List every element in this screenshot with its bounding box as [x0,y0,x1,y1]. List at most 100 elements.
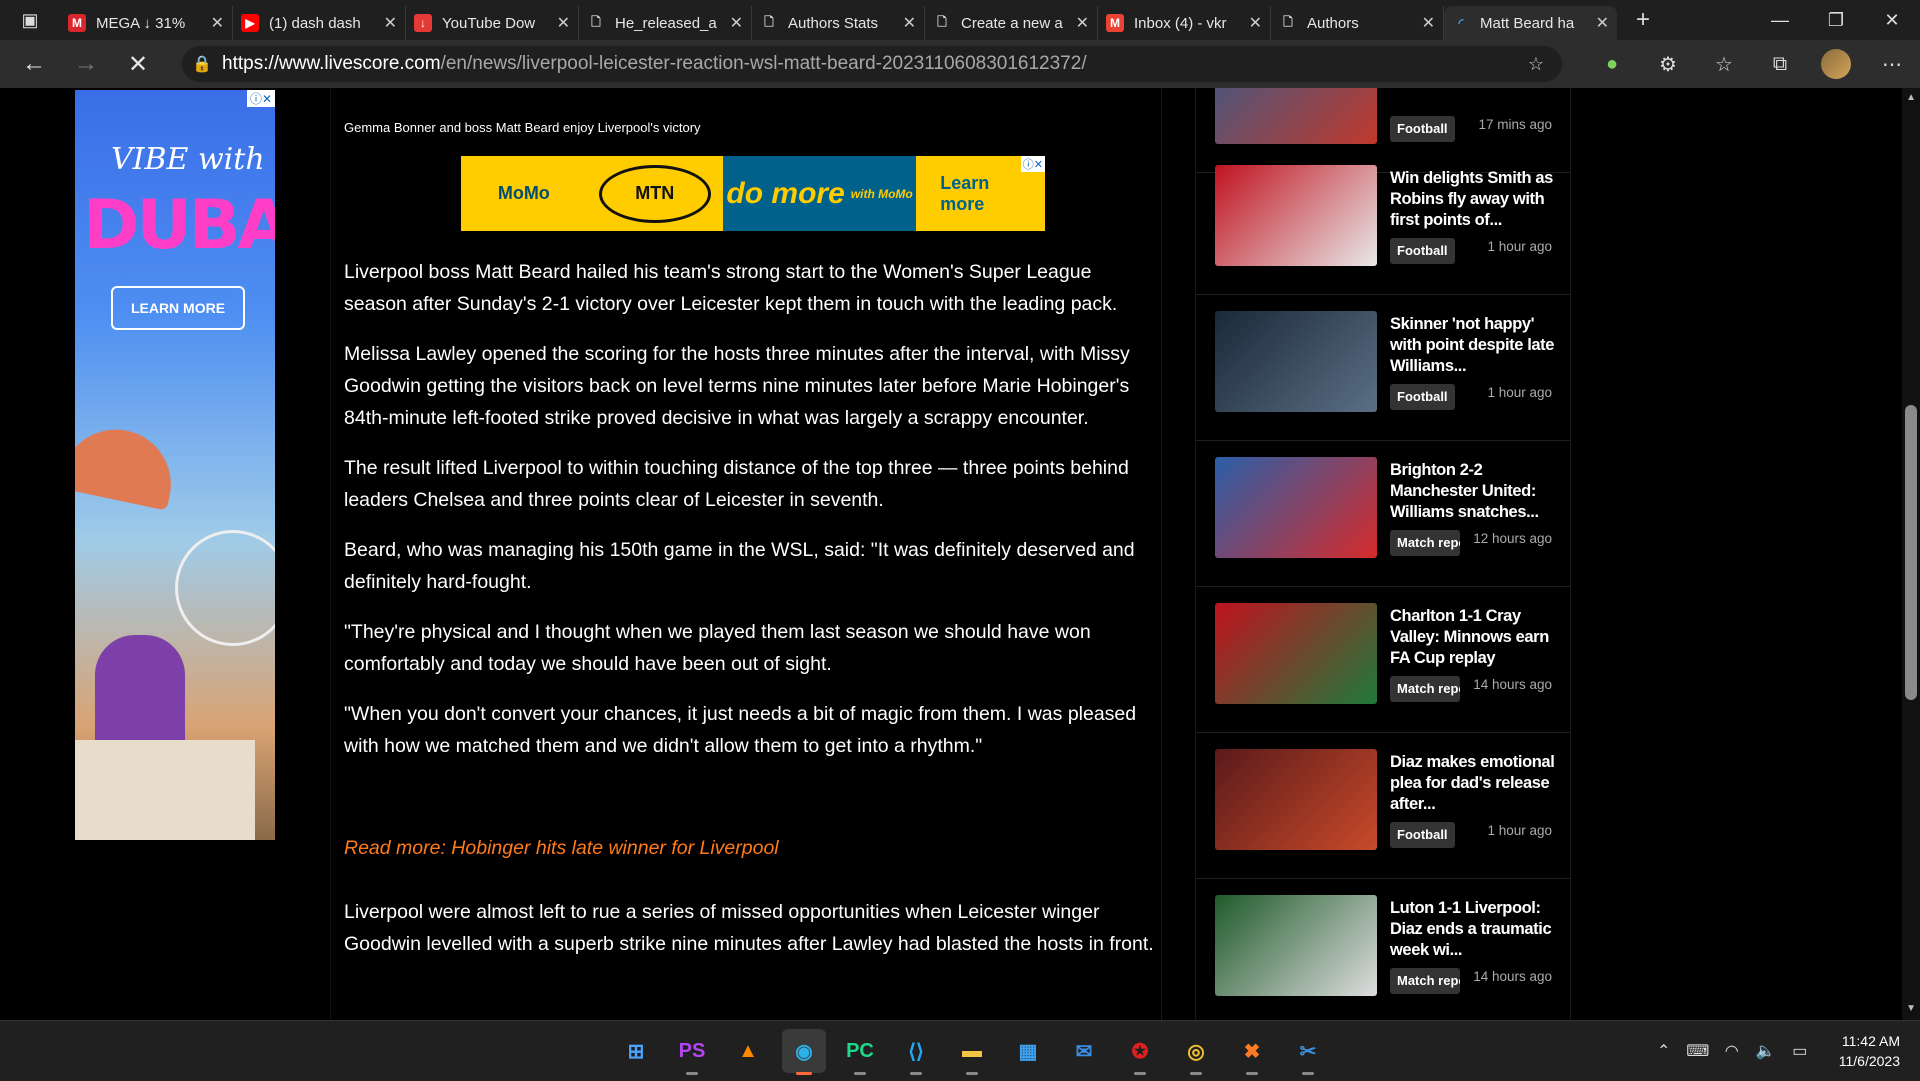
news-title[interactable]: Skinner 'not happy' with point despite l… [1390,314,1555,377]
banner-learn-more-button[interactable]: Learn more [930,166,1046,221]
ferris-wheel-image [175,530,275,646]
browser-tab[interactable]: 🗋 Create a new a ✕ [925,6,1098,40]
news-thumbnail[interactable] [1215,165,1377,266]
category-tag[interactable]: Football [1390,384,1455,410]
close-tab-icon[interactable]: ✕ [384,13,397,33]
close-tab-icon[interactable]: ✕ [557,13,570,33]
back-button[interactable]: ← [8,40,60,88]
news-card[interactable]: Diaz makes emotional plea for dad's rele… [1196,732,1570,879]
news-thumbnail[interactable] [1215,749,1377,850]
running-indicator [966,1072,978,1075]
news-title[interactable]: Brighton 2-2 Manchester United: Williams… [1390,460,1555,523]
windows-start-icon[interactable]: ⊞ [614,1029,658,1073]
pycharm-icon[interactable]: PC [838,1029,882,1075]
keyboard-icon[interactable]: ⌨ [1683,1041,1713,1061]
new-tab-button[interactable]: + [1623,6,1663,34]
news-card[interactable]: Brighton 2-2 Manchester United: Williams… [1196,440,1570,587]
wifi-icon[interactable]: ◠ [1717,1041,1747,1061]
close-tab-icon[interactable]: ✕ [1596,13,1609,33]
edge-icon[interactable]: ◉ [782,1029,826,1075]
news-card[interactable]: Skinner 'not happy' with point despite l… [1196,294,1570,441]
momo-banner-ad[interactable]: MoMo MTN do more with MoMo Learn more ⓘ✕ [461,156,1046,231]
news-title[interactable]: Luton 1-1 Liverpool: Diaz ends a traumat… [1390,898,1555,961]
extension-globe-icon[interactable]: ● [1584,40,1640,88]
news-card[interactable]: Charlton 1-1 Cray Valley: Minnows earn F… [1196,586,1570,733]
snipping-tool-icon[interactable]: ✂ [1286,1029,1330,1075]
news-card[interactable]: Win delights Smith as Robins fly away wi… [1196,148,1570,295]
microsoft-store-glyph: ▦ [1018,1040,1038,1063]
clock[interactable]: 11:42 AM 11/6/2023 [1839,1031,1900,1071]
phpstorm-icon[interactable]: PS [670,1029,714,1075]
scroll-down-arrow-icon[interactable]: ▼ [1906,1003,1916,1014]
more-menu-icon[interactable]: ⋯ [1864,40,1920,88]
category-tag[interactable]: Football [1390,238,1455,264]
news-thumbnail[interactable] [1215,457,1377,558]
dubai-ad[interactable]: ⓘ✕ VIBE with DUBAI LEARN MORE [75,90,275,840]
clock-time: 11:42 AM [1841,1033,1900,1049]
browser-tab[interactable]: ▶ (1) dash dash ✕ [233,6,406,40]
mail-icon[interactable]: ✉ [1062,1029,1106,1073]
category-tag[interactable]: Football [1390,116,1455,142]
tab-title: MEGA ↓ 31% [96,14,186,32]
ad-choices-icon[interactable]: ⓘ✕ [246,90,275,107]
volume-icon[interactable]: 🔈 [1751,1041,1781,1061]
browser-tab[interactable]: ↓ YouTube Dow ✕ [406,6,579,40]
close-tab-icon[interactable]: ✕ [211,13,224,33]
browser-tab[interactable]: M Inbox (4) - vkr ✕ [1098,6,1271,40]
scroll-up-arrow-icon[interactable]: ▲ [1906,92,1916,103]
forward-button[interactable]: → [60,40,112,88]
microsoft-store-icon[interactable]: ▦ [1006,1029,1050,1073]
xampp-icon[interactable]: ✖ [1230,1029,1274,1075]
news-title[interactable]: Win delights Smith as Robins fly away wi… [1390,168,1555,231]
ad-learn-more-button[interactable]: LEARN MORE [111,286,245,330]
close-tab-icon[interactable]: ✕ [903,13,916,33]
close-tab-icon[interactable]: ✕ [1076,13,1089,33]
edge-glyph: ◉ [795,1040,813,1063]
news-thumbnail[interactable] [1215,895,1377,996]
news-title[interactable]: Diaz makes emotional plea for dad's rele… [1390,752,1555,815]
scrollbar-thumb[interactable] [1905,405,1917,700]
restore-icon[interactable]: ❐ [1808,0,1864,40]
news-thumbnail[interactable] [1215,311,1377,412]
category-tag[interactable]: Match reports [1390,676,1460,702]
vscode-icon[interactable]: ⟨⟩ [894,1029,938,1075]
favorites-icon[interactable]: ☆ [1696,40,1752,88]
chevron-up-icon[interactable]: ⌃ [1649,1041,1679,1061]
browser-tab[interactable]: 🗋 Authors Stats ✕ [752,6,925,40]
news-card[interactable]: Luton 1-1 Liverpool: Diaz ends a traumat… [1196,878,1570,1020]
read-more-link[interactable]: Read more: Hobinger hits late winner for… [344,837,779,860]
news-title[interactable]: Charlton 1-1 Cray Valley: Minnows earn F… [1390,606,1555,669]
profile-avatar[interactable] [1808,40,1864,88]
favorite-add-icon[interactable]: ☆ [1528,54,1544,75]
battery-icon[interactable]: ▭ [1785,1041,1815,1061]
extensions-icon[interactable]: ⚙ [1640,40,1696,88]
browser-tab[interactable]: 🗋 Authors ✕ [1271,6,1444,40]
category-tag[interactable]: Match reports [1390,530,1460,556]
address-bar[interactable]: 🔒 https://www.livescore.com/en/news/live… [182,46,1562,82]
clock-date: 11/6/2023 [1838,1053,1900,1069]
close-tab-icon[interactable]: ✕ [1422,13,1435,33]
tab-actions-icon[interactable]: ▣ [0,0,60,40]
collections-icon[interactable]: ⧉ [1752,40,1808,88]
ad-choices-icon[interactable]: ⓘ✕ [1020,156,1045,172]
chrome-canary-icon[interactable]: ◎ [1174,1029,1218,1075]
category-tag[interactable]: Football [1390,822,1455,848]
shield-app-icon[interactable]: ✪ [1118,1029,1162,1075]
category-tag[interactable]: Match reports [1390,968,1460,994]
lock-icon[interactable]: 🔒 [182,54,222,74]
browser-tab[interactable]: M MEGA ↓ 31% ✕ [60,6,233,40]
file-explorer-icon[interactable]: ▬ [950,1029,994,1075]
close-window-icon[interactable]: ✕ [1864,0,1920,40]
document-icon: 🗋 [591,14,601,29]
news-thumbnail[interactable] [1215,88,1377,144]
browser-tab[interactable]: 🗋 He_released_a ✕ [579,6,752,40]
close-tab-icon[interactable]: ✕ [1249,13,1262,33]
browser-tab[interactable]: ◜ Matt Beard ha ✕ [1444,6,1617,40]
news-thumbnail[interactable] [1215,603,1377,704]
stop-loading-button[interactable]: ✕ [112,40,164,88]
minimize-icon[interactable]: — [1752,0,1808,40]
close-tab-icon[interactable]: ✕ [730,13,743,33]
taskbar: ⊞ PS ▲ ◉ PC ⟨⟩ ▬ ▦ ✉ ✪ ◎ ✖ ✂ ⌃ ⌨ ◠ 🔈 ▭ 11:42 AM 11/6… [0,1020,1920,1081]
article-paragraph: "When you don't convert your chances, it… [344,703,1137,757]
vlc-icon[interactable]: ▲ [726,1029,770,1073]
